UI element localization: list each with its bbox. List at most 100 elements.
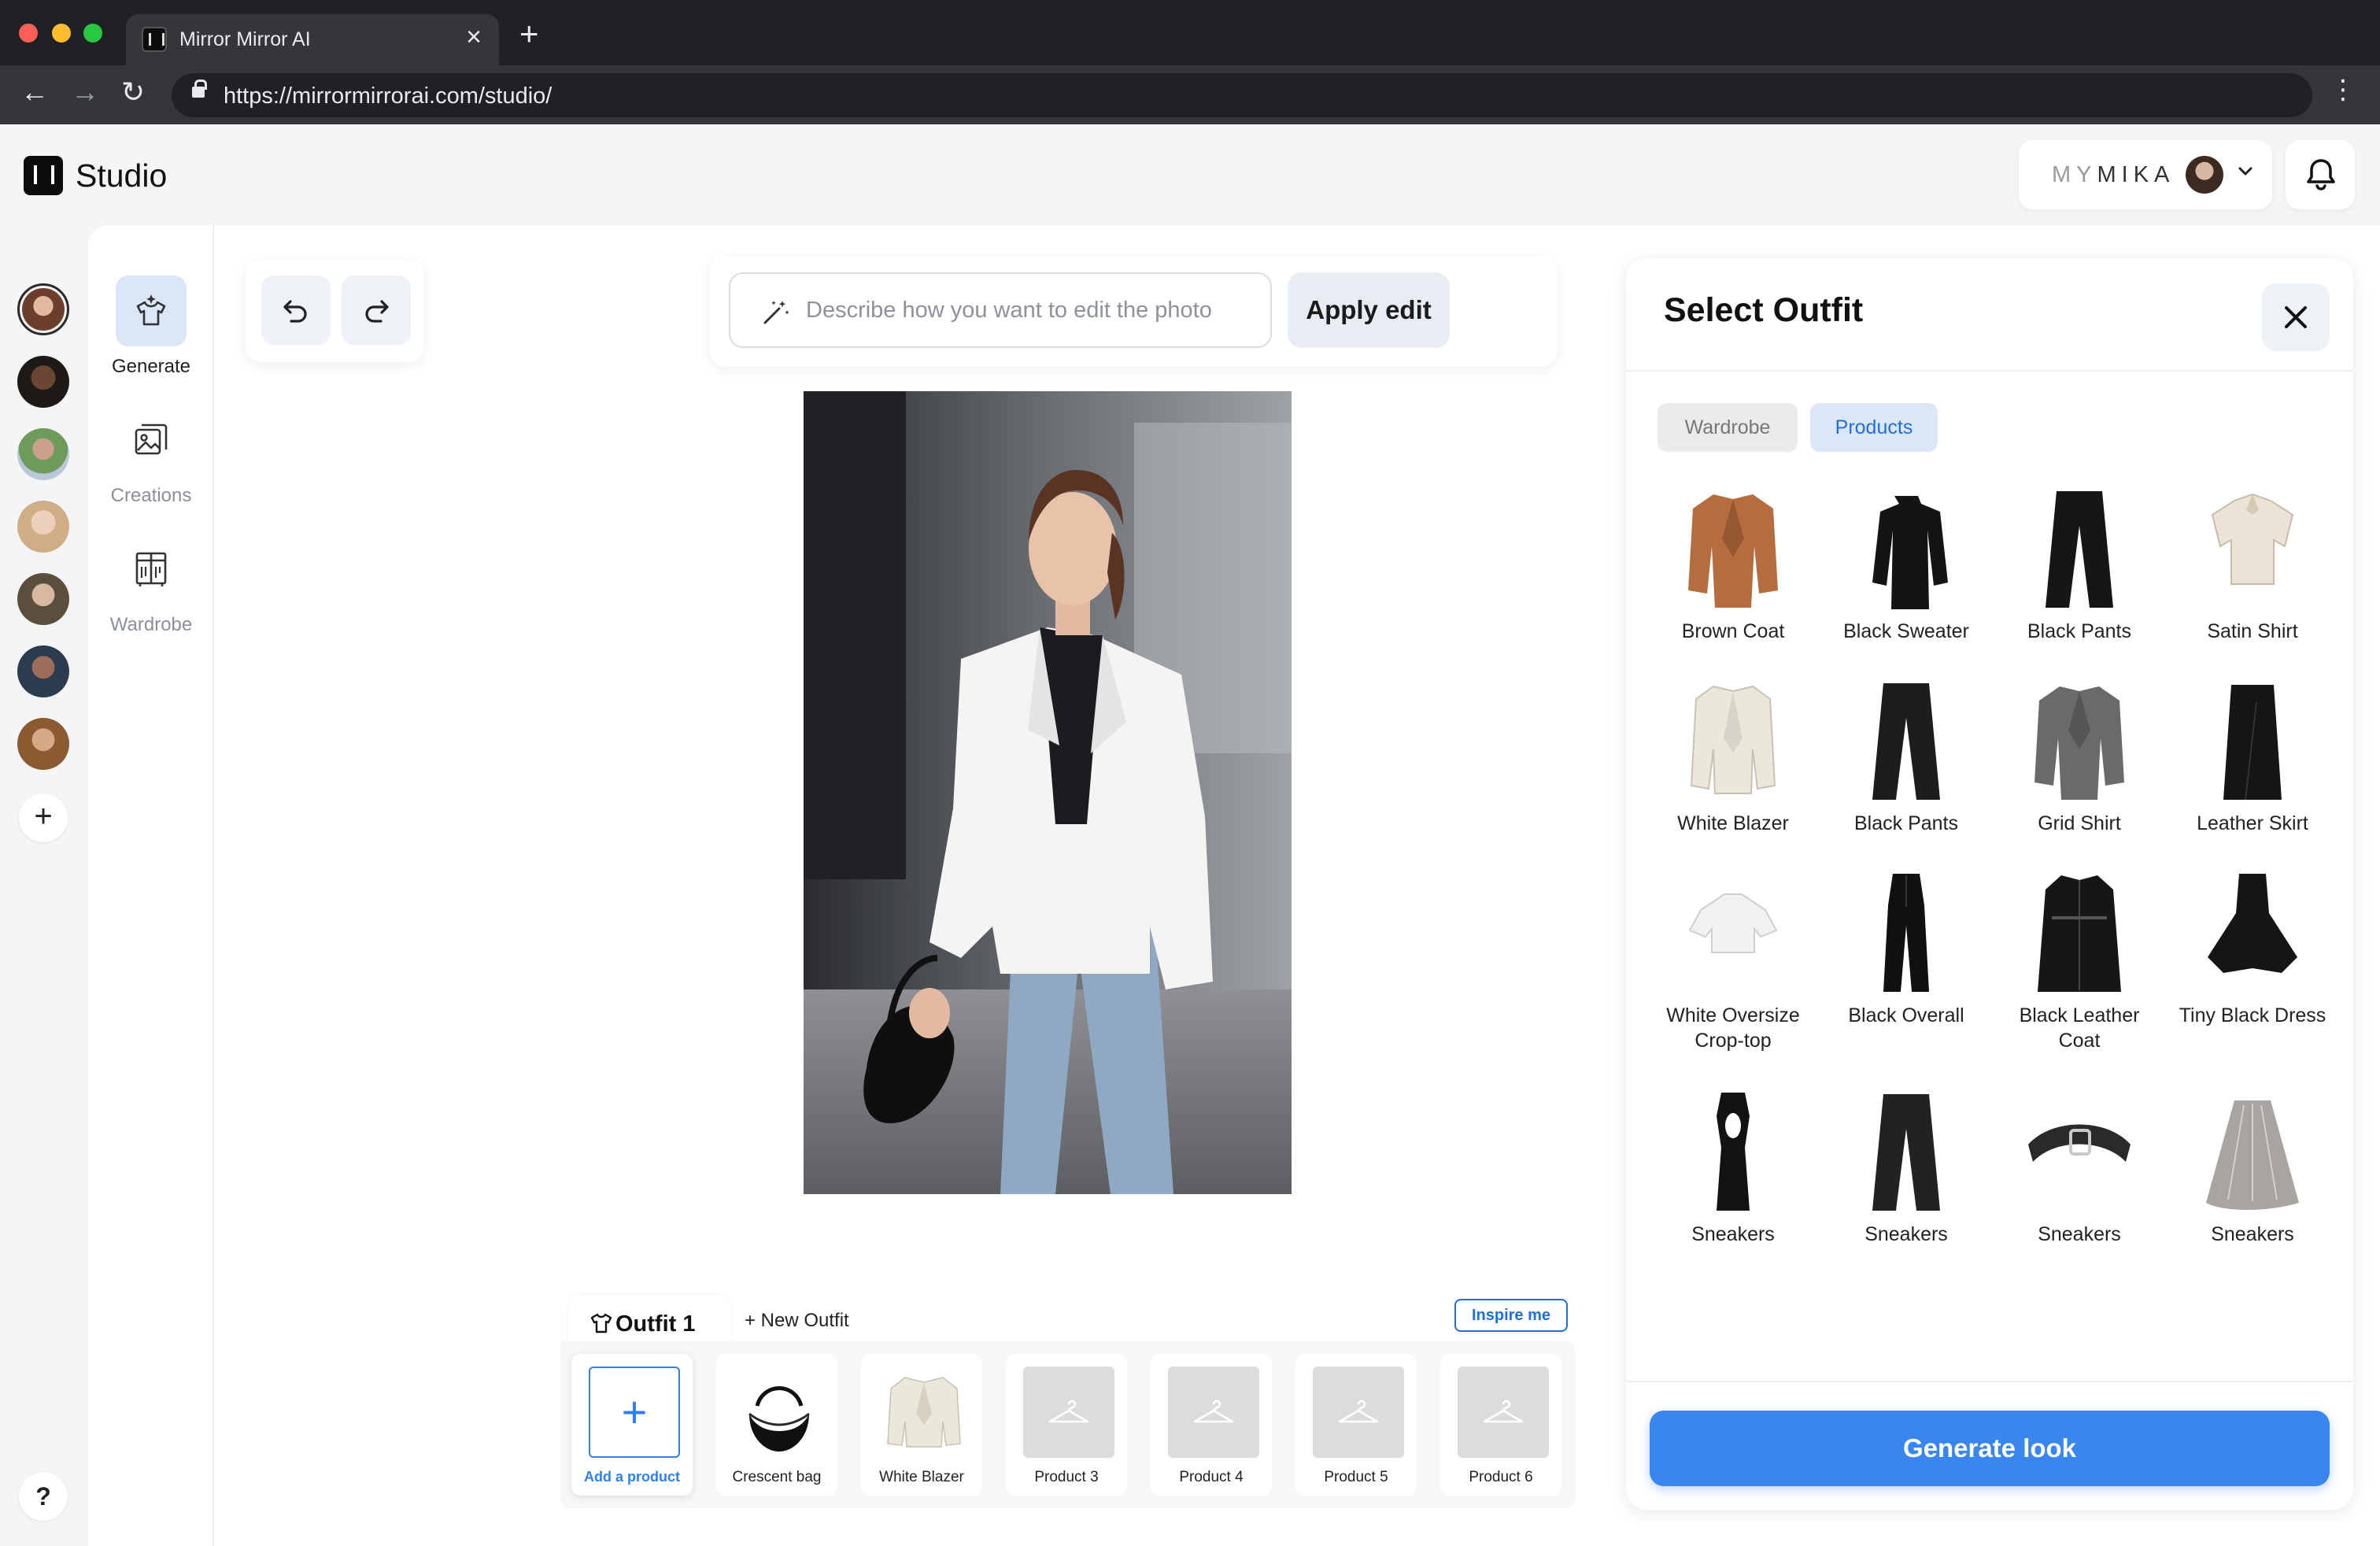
nav-label: Generate: [111, 356, 191, 377]
tab-outfit-1[interactable]: Outfit 1: [568, 1296, 730, 1348]
product-label: Black Sweater: [1843, 620, 1969, 642]
product-card[interactable]: Black Pants: [1996, 479, 2163, 644]
skirt-image: [2186, 671, 2319, 804]
product-label: Sneakers: [2211, 1223, 2294, 1245]
product-slot[interactable]: White Blazer: [861, 1354, 982, 1496]
back-icon[interactable]: ←: [20, 78, 49, 106]
outfit-builder: Outfit 1 + New Outfit Inspire me + Add a…: [560, 1288, 1576, 1508]
shirt-image: [2186, 479, 2319, 612]
bag-image: [734, 1367, 825, 1458]
hanger-icon: [1338, 1400, 1379, 1423]
undo-button[interactable]: [261, 276, 331, 345]
hanger-icon: [1193, 1400, 1234, 1423]
new-outfit-button[interactable]: + New Outfit: [745, 1310, 849, 1332]
product-label: Black Pants: [1853, 812, 1958, 834]
window-close-dot[interactable]: [19, 24, 38, 43]
product-card[interactable]: White Blazer: [1650, 671, 1816, 836]
nav-generate[interactable]: Generate: [88, 276, 214, 378]
product-label: Black Overall: [1848, 1004, 1964, 1026]
reload-icon[interactable]: ↻: [121, 78, 145, 106]
product-card[interactable]: Brown Coat: [1650, 479, 1816, 644]
lock-icon: [192, 80, 207, 98]
coat-image: [1666, 479, 1800, 612]
outfit-tab-label: Outfit 1: [615, 1311, 696, 1337]
app-logo: [24, 156, 63, 195]
tab-close-icon[interactable]: ×: [466, 24, 482, 50]
inspire-me-button[interactable]: Inspire me: [1454, 1299, 1568, 1332]
silverskirt-image: [2186, 1082, 2319, 1215]
blazer-image: [878, 1367, 970, 1458]
undo-icon: [283, 300, 307, 323]
product-card[interactable]: Sneakers: [1823, 1082, 1990, 1247]
product-slot[interactable]: Product 6: [1440, 1354, 1561, 1496]
address-bar[interactable]: https://mirrormirrorai.com/studio/: [172, 73, 2312, 117]
model-avatar[interactable]: [17, 428, 69, 480]
new-tab-icon[interactable]: +: [519, 17, 539, 50]
product-card[interactable]: Black Pants: [1823, 671, 1990, 836]
slot-label: Product 4: [1179, 1469, 1244, 1485]
product-label: White Blazer: [1677, 812, 1789, 834]
generate-look-button[interactable]: Generate look: [1650, 1411, 2330, 1486]
longcoat-image: [2012, 863, 2146, 997]
model-avatar[interactable]: [17, 573, 69, 625]
product-label: Grid Shirt: [2038, 812, 2121, 834]
magic-wand-icon: [763, 301, 789, 324]
product-card[interactable]: Black Overall: [1823, 863, 1990, 1028]
product-slot[interactable]: Product 5: [1295, 1354, 1417, 1496]
product-card[interactable]: Sneakers: [1650, 1082, 1816, 1247]
browser-menu-icon[interactable]: ⋮: [2330, 76, 2356, 103]
slot-label: Product 6: [1469, 1469, 1533, 1485]
redo-button[interactable]: [342, 276, 411, 345]
tab-wardrobe[interactable]: Wardrobe: [1658, 403, 1798, 452]
creations-icon: [135, 423, 168, 455]
product-card[interactable]: Satin Shirt: [2169, 479, 2336, 644]
forward-icon[interactable]: →: [71, 78, 99, 106]
add-model-button[interactable]: +: [19, 793, 68, 842]
model-photo: [804, 391, 1292, 1194]
product-label: Sneakers: [1864, 1223, 1948, 1245]
model-avatar[interactable]: [17, 501, 69, 553]
slot-label: Product 3: [1034, 1469, 1099, 1485]
nav-label: Wardrobe: [109, 614, 193, 635]
product-card[interactable]: White Oversize Crop-top: [1650, 863, 1816, 1053]
product-card[interactable]: Grid Shirt: [1996, 671, 2163, 836]
nav-wardrobe[interactable]: Wardrobe: [88, 534, 214, 636]
product-slot[interactable]: Crescent bag: [716, 1354, 837, 1496]
model-avatar[interactable]: [17, 645, 69, 697]
product-label: Tiny Black Dress: [2179, 1004, 2326, 1026]
browser-toolbar: ← → ↻ https://mirrormirrorai.com/studio/…: [0, 65, 2380, 124]
product-label: Satin Shirt: [2207, 620, 2298, 642]
tab-products[interactable]: Products: [1810, 403, 1938, 452]
panel-title: Select Outfit: [1664, 291, 1864, 329]
edit-prompt-input[interactable]: [806, 294, 1247, 326]
close-panel-button[interactable]: [2262, 283, 2330, 351]
help-button[interactable]: ?: [19, 1472, 68, 1521]
apply-edit-button[interactable]: Apply edit: [1288, 272, 1450, 348]
product-card[interactable]: Black Leather Coat: [1996, 863, 2163, 1053]
browser-tab[interactable]: Mirror Mirror AI ×: [126, 14, 499, 65]
product-card[interactable]: Leather Skirt: [2169, 671, 2336, 836]
window-zoom-dot[interactable]: [83, 24, 102, 43]
overall-image: [1839, 863, 1973, 997]
studio-sidenav: Generate Creations Wardrobe: [88, 225, 214, 1546]
add-product-slot[interactable]: + Add a product: [571, 1354, 693, 1496]
account-menu[interactable]: MYMIKA: [2019, 140, 2272, 209]
divider: [1626, 370, 2353, 372]
pants-image: [1839, 671, 1973, 804]
product-label: Brown Coat: [1681, 620, 1785, 642]
model-avatar[interactable]: [17, 356, 69, 408]
window-minimize-dot[interactable]: [52, 24, 71, 43]
product-card[interactable]: Black Sweater: [1823, 479, 1990, 644]
belt-image: [2012, 1082, 2146, 1215]
product-slot[interactable]: Product 4: [1151, 1354, 1272, 1496]
product-slot[interactable]: Product 3: [1006, 1354, 1127, 1496]
product-card[interactable]: Sneakers: [2169, 1082, 2336, 1247]
notifications-button[interactable]: [2286, 140, 2355, 209]
model-avatar[interactable]: [17, 283, 69, 335]
pants-image: [1839, 1082, 1973, 1215]
edit-prompt-field[interactable]: [729, 272, 1272, 348]
product-card[interactable]: Tiny Black Dress: [2169, 863, 2336, 1028]
model-avatar[interactable]: [17, 718, 69, 770]
product-card[interactable]: Sneakers: [1996, 1082, 2163, 1247]
nav-creations[interactable]: Creations: [88, 405, 214, 507]
